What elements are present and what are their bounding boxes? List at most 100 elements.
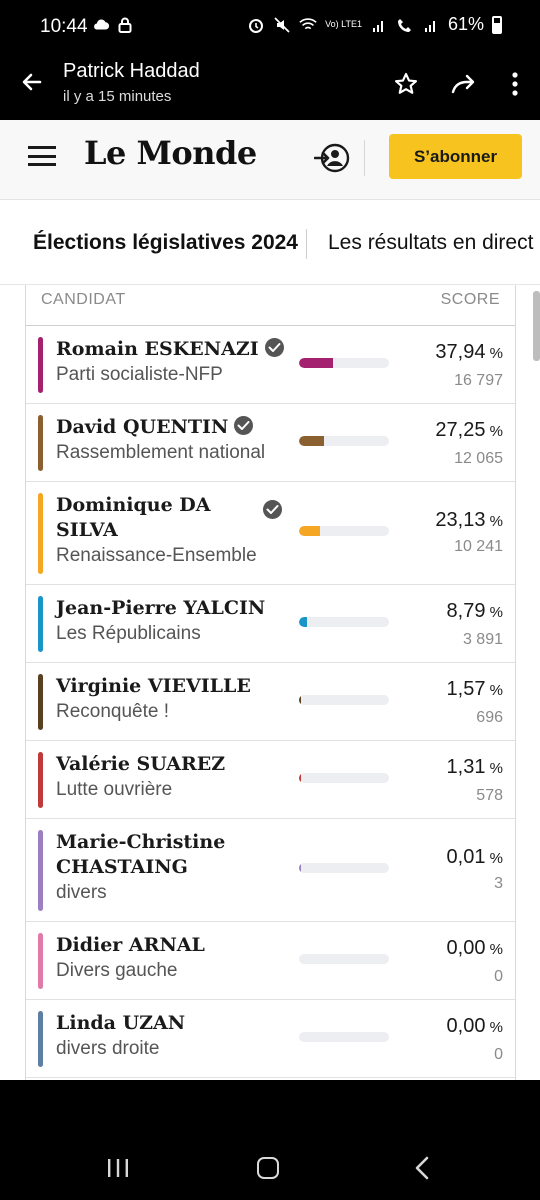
table-row: Didier ARNAL Divers gauche 0,00 % 0 bbox=[26, 922, 515, 1000]
qualified-check-icon bbox=[234, 416, 254, 435]
percent-sign: % bbox=[485, 760, 503, 777]
score-percent: 0,01 % bbox=[447, 846, 503, 869]
score-percent: 23,13 % bbox=[435, 509, 503, 532]
party-color-bar bbox=[38, 752, 43, 808]
table-row: Valérie SUAREZ Lutte ouvrière 1,31 % 578 bbox=[26, 741, 515, 819]
status-right-icons: Vo) LTE1 61% bbox=[247, 14, 502, 35]
score-bar-fill bbox=[299, 358, 334, 368]
score-percent: 0,00 % bbox=[447, 937, 503, 960]
party-color-bar bbox=[38, 337, 43, 393]
score-percent-value: 8,79 bbox=[446, 600, 486, 622]
qualified-check-icon bbox=[263, 500, 282, 519]
party-name: divers droite bbox=[56, 1038, 160, 1059]
candidate-name: Linda UZAN bbox=[56, 1012, 186, 1034]
back-nav-icon[interactable] bbox=[412, 1156, 432, 1180]
score-bar-fill bbox=[299, 617, 307, 627]
app-bar: Patrick Haddad il y a 15 minutes bbox=[0, 52, 540, 120]
table-row: Marie-Christine CHASTAING divers 0,01 % 3 bbox=[26, 819, 515, 922]
status-time: 10:44 bbox=[40, 16, 88, 37]
score-bar bbox=[299, 436, 389, 446]
alarm-icon bbox=[247, 16, 265, 34]
cloud-sync-icon bbox=[92, 16, 110, 34]
percent-sign: % bbox=[485, 513, 503, 530]
score-bar-fill bbox=[299, 436, 324, 446]
score-percent-value: 1,31 bbox=[446, 756, 486, 778]
score-percent: 37,94 % bbox=[435, 341, 503, 364]
party-name: Parti socialiste-NFP bbox=[56, 364, 223, 385]
header-divider bbox=[364, 140, 365, 176]
score-percent: 27,25 % bbox=[435, 419, 503, 442]
recent-apps-icon[interactable] bbox=[106, 1158, 130, 1178]
score-bar bbox=[299, 773, 389, 783]
party-color-bar bbox=[38, 596, 43, 652]
forward-button[interactable] bbox=[442, 66, 486, 102]
subscribe-button[interactable]: S’abonner bbox=[389, 134, 522, 179]
score-percent: 1,31 % bbox=[447, 756, 503, 779]
site-header: Le Monde S’abonner bbox=[0, 120, 540, 200]
score-bar bbox=[299, 526, 389, 536]
percent-sign: % bbox=[485, 423, 503, 440]
system-nav-bar bbox=[0, 1080, 540, 1200]
party-name: divers bbox=[56, 882, 107, 903]
signal-icon bbox=[370, 16, 388, 34]
network-label: Vo) LTE1 bbox=[325, 19, 362, 29]
score-percent: 8,79 % bbox=[447, 600, 503, 623]
web-view: Le Monde S’abonner Élections législative… bbox=[0, 120, 540, 1080]
percent-sign: % bbox=[485, 941, 503, 958]
score-bar-fill bbox=[299, 863, 301, 873]
candidate-name: Marie-Christine CHASTAING bbox=[56, 831, 226, 878]
menu-icon[interactable] bbox=[28, 146, 56, 168]
score-percent-value: 0,01 bbox=[446, 846, 486, 868]
sender-name: Patrick Haddad bbox=[63, 60, 200, 82]
vote-count: 578 bbox=[476, 787, 503, 804]
section-tabs: Élections législatives 2024 Les résultat… bbox=[0, 201, 540, 361]
signal-2-icon bbox=[422, 16, 440, 34]
percent-sign: % bbox=[485, 682, 503, 699]
candidate-name: Romain ESKENAZI bbox=[56, 337, 316, 362]
back-button[interactable] bbox=[16, 66, 48, 98]
tab-elections[interactable]: Élections législatives 2024 bbox=[33, 231, 298, 255]
wifi-call-icon bbox=[396, 16, 414, 34]
le-monde-logo[interactable]: Le Monde bbox=[84, 134, 257, 172]
party-name: Divers gauche bbox=[56, 960, 178, 981]
party-color-bar bbox=[38, 415, 43, 471]
party-color-bar bbox=[38, 674, 43, 730]
login-icon[interactable] bbox=[314, 142, 350, 174]
table-row: Romain ESKENAZI Parti socialiste-NFP 37,94… bbox=[26, 326, 515, 404]
party-color-bar bbox=[38, 830, 43, 911]
candidate-name: David QUENTIN bbox=[56, 415, 316, 440]
table-row: Jean-Pierre YALCIN Les Républicains 8,79 %… bbox=[26, 585, 515, 663]
lock-icon bbox=[116, 16, 134, 34]
score-bar bbox=[299, 695, 389, 705]
table-row: Dominique DA SILVA Renaissance-Ensemble 23… bbox=[26, 482, 515, 585]
percent-sign: % bbox=[485, 345, 503, 362]
more-vertical-icon bbox=[512, 72, 518, 96]
tab-live-results[interactable]: Les résultats en direct bbox=[328, 231, 533, 255]
header-score: SCORE bbox=[440, 291, 500, 308]
tabs-scrollbar[interactable] bbox=[533, 291, 540, 361]
star-button[interactable] bbox=[384, 66, 428, 102]
vote-count: 0 bbox=[494, 1046, 503, 1063]
vote-count: 0 bbox=[494, 968, 503, 985]
score-bar bbox=[299, 617, 389, 627]
arrow-left-icon bbox=[22, 73, 42, 91]
score-bar bbox=[299, 863, 389, 873]
party-name: Les Républicains bbox=[56, 623, 201, 644]
score-percent-value: 37,94 bbox=[435, 341, 486, 363]
candidate-name: Valérie SUAREZ bbox=[56, 753, 226, 775]
score-bar bbox=[299, 954, 389, 964]
more-options-button[interactable] bbox=[500, 66, 530, 102]
party-name: Lutte ouvrière bbox=[56, 779, 173, 800]
percent-sign: % bbox=[485, 850, 503, 867]
qualified-check-icon bbox=[264, 338, 284, 357]
score-percent: 1,57 % bbox=[447, 678, 503, 701]
forward-icon bbox=[451, 74, 475, 94]
party-color-bar bbox=[38, 933, 43, 989]
tab-divider bbox=[306, 229, 307, 259]
score-percent-value: 0,00 bbox=[446, 1015, 486, 1037]
table-row: David QUENTIN Rassemblement national 27,25… bbox=[26, 404, 515, 482]
party-name: Renaissance-Ensemble bbox=[56, 545, 257, 566]
home-icon[interactable] bbox=[257, 1157, 279, 1179]
message-time: il y a 15 minutes bbox=[63, 88, 172, 105]
vote-count: 696 bbox=[476, 709, 503, 726]
